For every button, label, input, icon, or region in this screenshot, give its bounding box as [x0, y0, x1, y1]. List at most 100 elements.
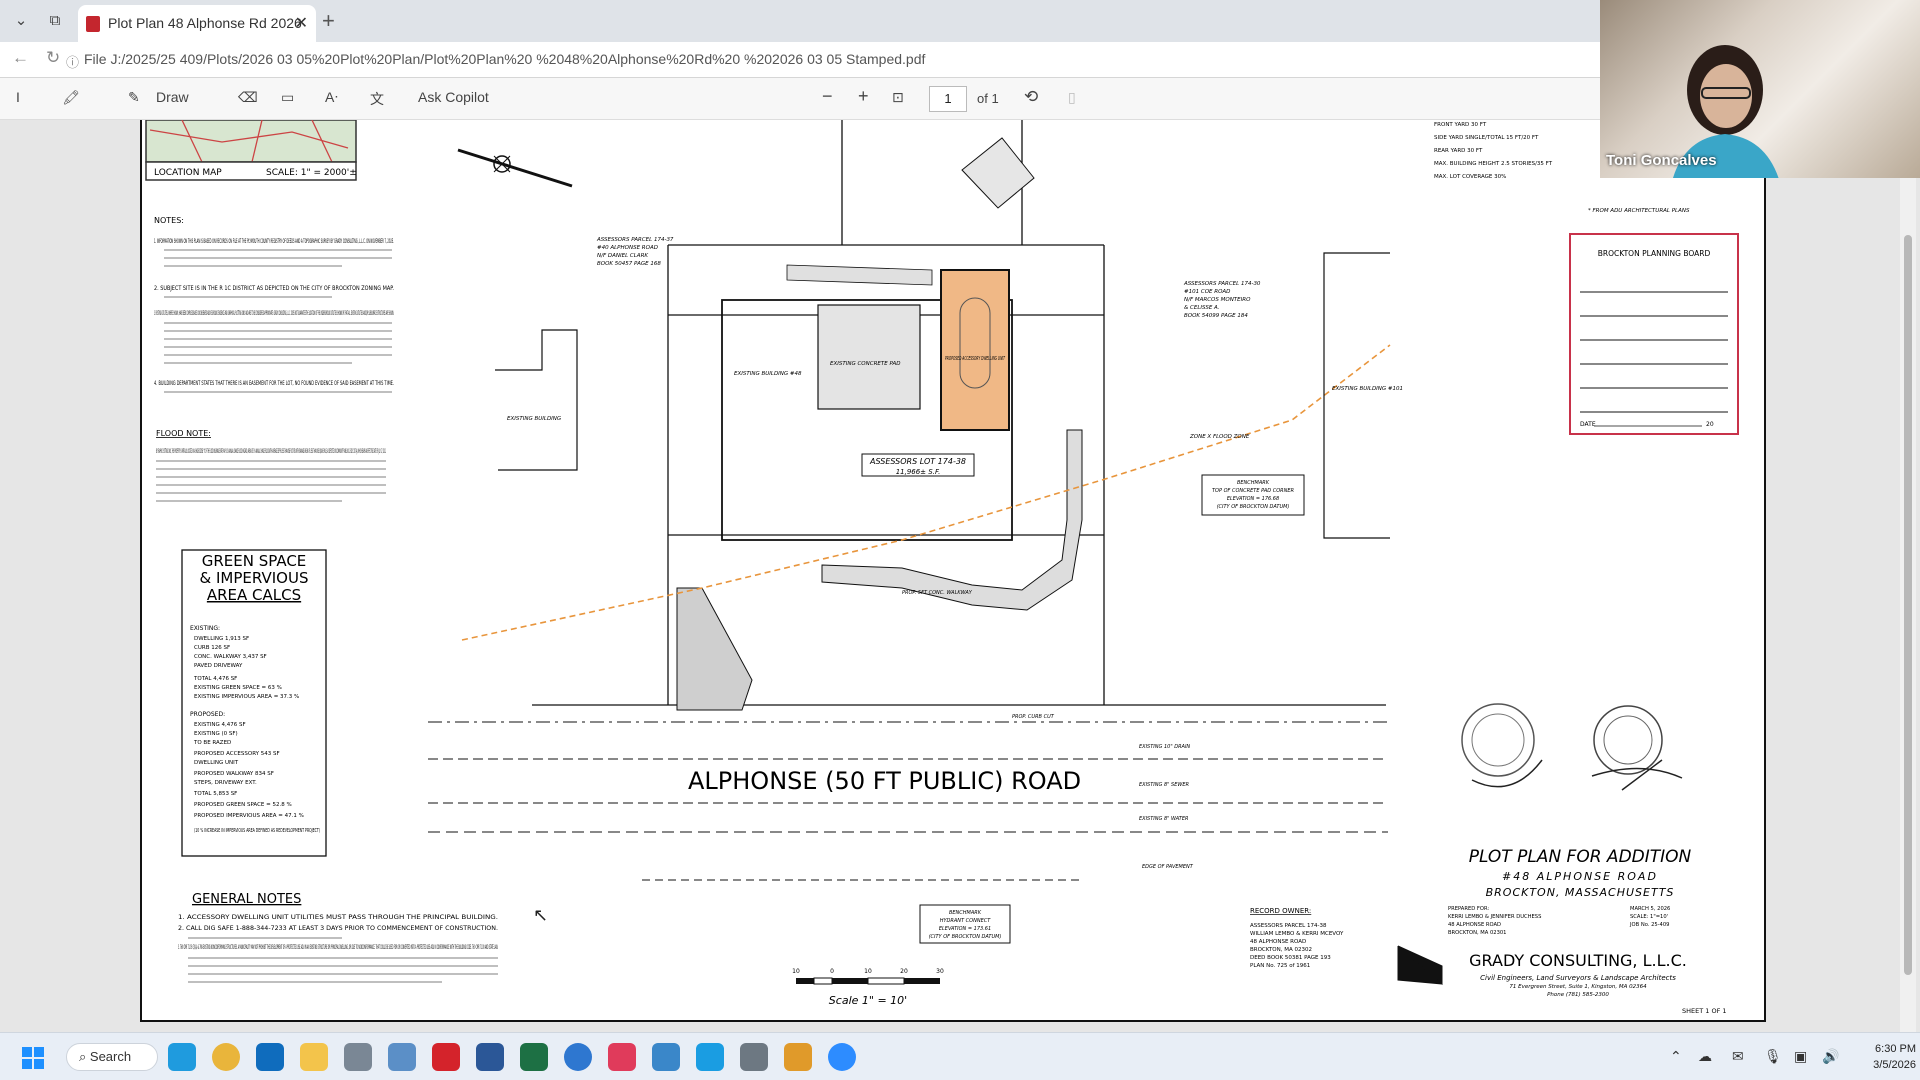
eraser-icon[interactable]: ⌫ [238, 89, 258, 106]
scrollbar-thumb[interactable] [1904, 235, 1912, 975]
scale-tick: 20 [900, 968, 908, 975]
taskbar-search[interactable]: ⌕ Search [66, 1043, 158, 1071]
proposed-row: PROPOSED ACCESSORY 543 SF [194, 751, 280, 757]
tab-list-chevron-icon[interactable]: ⌄ [8, 8, 34, 34]
zoom-out-button[interactable]: − [822, 86, 833, 107]
plot-plan-drawing: LOCATION MAP SCALE: 1" = 2000'± NOTES: 1… [145, 120, 1739, 1015]
volume-icon[interactable]: 🔊 [1822, 1048, 1839, 1065]
scale-tick: 10 [864, 968, 872, 975]
autocad-icon[interactable] [608, 1043, 636, 1071]
scale-tick: 0 [830, 968, 834, 975]
maps-icon[interactable] [652, 1043, 680, 1071]
rotate-icon[interactable]: ⟲ [1024, 87, 1038, 107]
taskbar-clock[interactable]: 6:30 PM 3/5/2026 [1860, 1041, 1916, 1073]
abutter-right-line: BOOK 54099 PAGE 184 [1184, 313, 1248, 319]
acrobat-icon[interactable] [432, 1043, 460, 1071]
draw-pen-icon[interactable]: ✎ [128, 89, 140, 106]
curb-cut-label: PROP. CURB CUT [1012, 714, 1055, 720]
benchmark-2-line: HYDRANT CONNECT [940, 918, 992, 924]
draw-button[interactable]: Draw [156, 89, 189, 105]
vertical-scrollbar[interactable] [1900, 120, 1916, 1032]
proposed-row: (10 % INCREASE IN IMPERVIOUS AREA DEFINE… [194, 828, 320, 834]
note-2: 2. SUBJECT SITE IS IN THE R 1C DISTRICT … [154, 285, 394, 292]
existing-row: EXISTING IMPERVIOUS AREA = 37.3 % [194, 694, 299, 700]
record-owner-line: BROCKTON, MA 02302 [1250, 947, 1312, 953]
calculator-icon[interactable] [344, 1043, 372, 1071]
abutter-right-line: ASSESSORS PARCEL 174-30 [1183, 281, 1261, 287]
proposed-row: PROPOSED IMPERVIOUS AREA = 47.1 % [194, 813, 304, 819]
note-1: 1. INFORMATION SHOWN ON THIS PLAN IS BAS… [154, 238, 394, 245]
fit-page-icon[interactable]: ⊡ [892, 89, 904, 106]
existing-row: CURB 126 SF [194, 645, 230, 651]
page-view-icon[interactable]: ▯ [1068, 89, 1076, 106]
back-arrow-icon[interactable]: ← [12, 48, 29, 68]
teams-icon[interactable] [564, 1043, 592, 1071]
highlight-icon[interactable]: 🖍 [62, 89, 80, 106]
record-owner-line: 48 ALPHONSE ROAD [1250, 939, 1306, 945]
plan-city: BROCKTON, MASSACHUSETTS [1486, 886, 1675, 899]
date-block-line: MARCH 5, 2026 [1630, 906, 1670, 912]
flood-note-heading: FLOOD NOTE: [156, 429, 211, 438]
note-4: 4. BUILDING DEPARTMENT STATES THAT THERE… [154, 380, 394, 387]
microphone-icon[interactable]: 🎙 [1764, 1048, 1782, 1065]
benchmark-1-line: (CITY OF BROCKTON DATUM) [1217, 504, 1290, 510]
zoning-row: MAX. LOT COVERAGE 30% [1434, 174, 1506, 180]
existing-concrete-label: EXISTING CONCRETE PAD [830, 361, 901, 367]
notifications-icon[interactable]: ✉ [1732, 1048, 1744, 1065]
start-windows-icon[interactable] [22, 1047, 44, 1069]
zoning-row: FRONT YARD 30 FT [1434, 122, 1487, 128]
firm-name: GRADY CONSULTING, L.L.C. [1469, 951, 1687, 970]
abutter-right-line: #101 COE ROAD [1184, 289, 1230, 295]
location-map: LOCATION MAP SCALE: 1" = 2000'± [145, 120, 357, 181]
abutter-right-line: N/F MARCOS MONTEIRO [1184, 297, 1251, 303]
file-explorer-icon[interactable] [300, 1043, 328, 1071]
new-tab-icon[interactable]: + [322, 8, 335, 34]
refresh-icon[interactable]: ↻ [46, 48, 60, 68]
translate-icon[interactable]: 文 [370, 89, 384, 109]
engineer-seal [1461, 703, 1543, 788]
search-label: Search [89, 1049, 132, 1064]
text-select-icon[interactable]: I [16, 89, 20, 105]
url-field[interactable]: File J:/2025/25 409/Plots/2026 03 05%20P… [84, 51, 925, 67]
benchmark-2-line: ELEVATION = 173.61 [939, 926, 991, 932]
prepared-for-line: 48 ALPHONSE ROAD [1448, 922, 1501, 928]
network-icon[interactable]: ▣ [1794, 1048, 1807, 1065]
proposed-row: EXISTING 4,476 SF [194, 722, 246, 728]
record-owner-line: WILLIAM LEMBO & KERRI MCEVOY [1250, 931, 1344, 937]
plan-title: PLOT PLAN FOR ADDITION [1469, 847, 1692, 867]
tab-plot-plan[interactable]: Plot Plan 48 Alphonse Rd 2026 ✕ [78, 5, 316, 42]
zoom-in-button[interactable]: + [858, 86, 869, 107]
existing-row: DWELLING 1,913 SF [194, 636, 249, 642]
page-number-input[interactable]: 1 [929, 86, 967, 112]
read-aloud-icon[interactable]: Aᐧ [325, 89, 338, 106]
chrome-icon[interactable] [212, 1043, 240, 1071]
add-text-icon[interactable]: ▭ [281, 89, 294, 106]
zoom-icon[interactable] [828, 1043, 856, 1071]
ask-copilot-button[interactable]: Ask Copilot [418, 89, 489, 105]
firm-phone: Phone (781) 585-2300 [1547, 992, 1609, 998]
surveyor-seal [1591, 705, 1683, 791]
edge-browser-icon[interactable] [168, 1043, 196, 1071]
word-icon[interactable] [476, 1043, 504, 1071]
benchmark-2-line: BENCHMARK [949, 910, 982, 916]
workspaces-icon[interactable]: ⧉ [42, 8, 68, 34]
excel-icon[interactable] [520, 1043, 548, 1071]
snipping-tool-icon[interactable] [388, 1043, 416, 1071]
water-label: EXISTING 8" WATER [1139, 816, 1188, 822]
info-icon[interactable]: ⓘ [66, 52, 79, 71]
record-owner-heading: RECORD OWNER: [1250, 907, 1311, 915]
tray-chevron-icon[interactable]: ⌃ [1670, 1048, 1682, 1065]
settings-app-icon[interactable] [784, 1043, 812, 1071]
onedrive-icon[interactable]: ☁ [1698, 1048, 1712, 1065]
outlook-icon[interactable] [256, 1043, 284, 1071]
lot-area: 11,966± S.F. [896, 468, 941, 476]
pdf-viewer: LOCATION MAP SCALE: 1" = 2000'± NOTES: 1… [0, 120, 1920, 1032]
proposed-adu [940, 269, 1010, 431]
network-app-icon[interactable] [740, 1043, 768, 1071]
zoning-row: SIDE YARD SINGLE/TOTAL 15 FT/20 FT [1434, 135, 1539, 141]
existing-row: EXISTING GREEN SPACE = 63 % [194, 685, 282, 691]
abutter-left-line: ASSESSORS PARCEL 174-37 [596, 237, 674, 243]
close-tab-icon[interactable]: ✕ [295, 5, 308, 42]
proposed-row: TO BE RAZED [193, 740, 231, 746]
remote-app-icon[interactable] [696, 1043, 724, 1071]
